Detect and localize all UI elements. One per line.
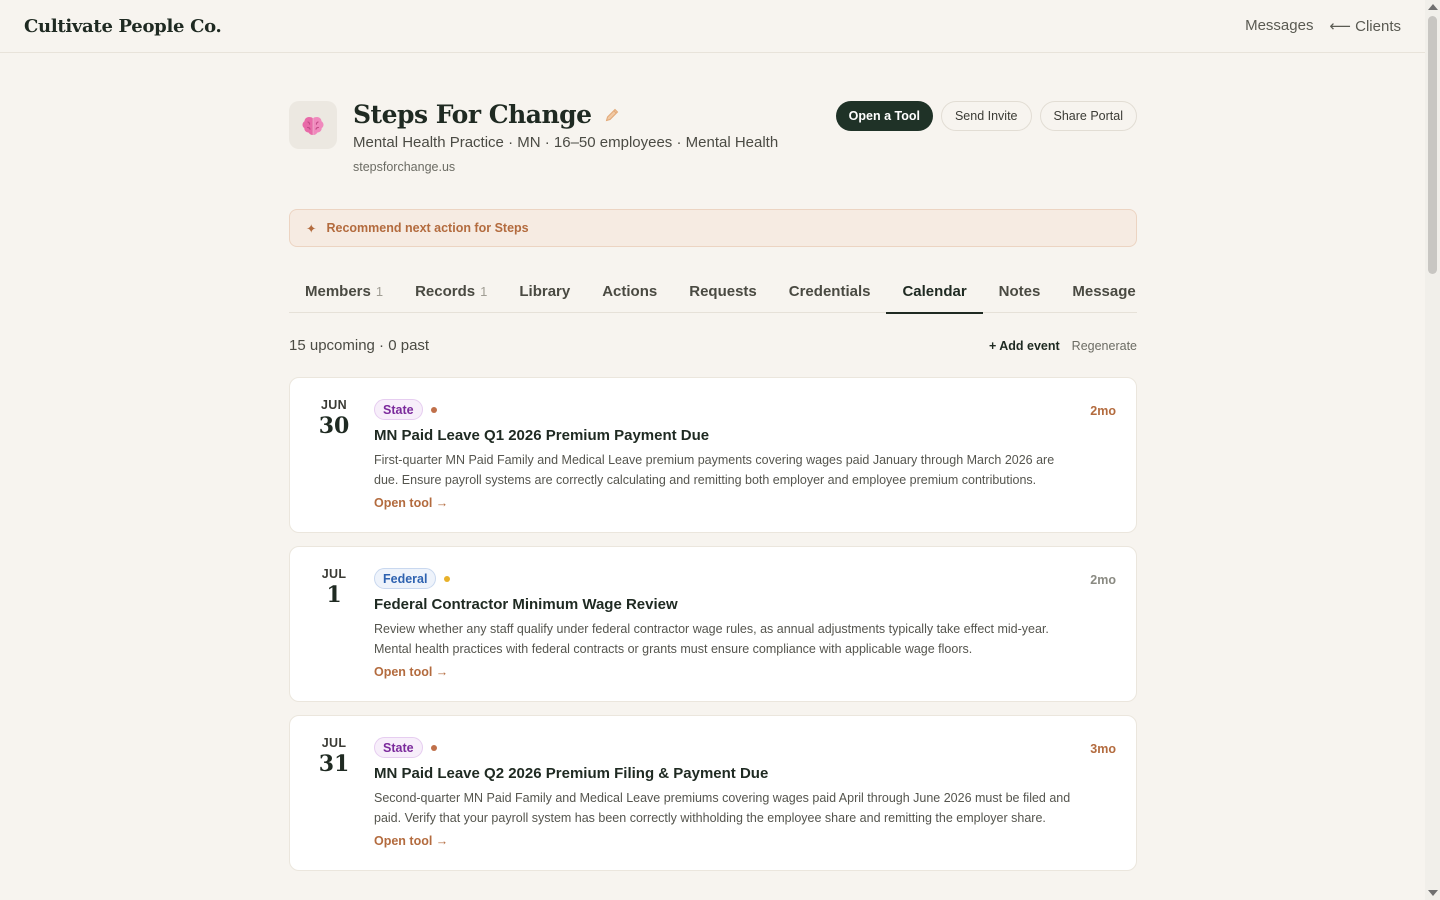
org-header: Steps For Change Mental Health Practice …	[289, 100, 1137, 180]
tab-credentials[interactable]: Credentials	[773, 270, 887, 313]
open-tool-link[interactable]: Open tool →	[374, 496, 448, 510]
event-body: State MN Paid Leave Q2 2026 Premium Fili…	[290, 716, 1136, 870]
share-portal-button[interactable]: Share Portal	[1039, 101, 1137, 131]
event-card: JUL 1 Federal Federal Contractor Minimum…	[289, 546, 1137, 702]
tab-label: Members	[305, 282, 371, 300]
clients-link[interactable]: ⟵ Clients	[1329, 17, 1401, 35]
event-day: 30	[318, 413, 350, 439]
org-meta: Mental Health Practice · MN · 16–50 empl…	[353, 134, 779, 151]
tab-members[interactable]: Members 1	[289, 270, 399, 313]
event-description: Second-quarter MN Paid Family and Medica…	[374, 791, 1071, 825]
event-body: State MN Paid Leave Q1 2026 Premium Paym…	[290, 378, 1136, 532]
jurisdiction-badge: Federal	[374, 568, 437, 589]
tab-count: 1	[480, 283, 488, 299]
tab-notes[interactable]: Notes	[983, 270, 1057, 313]
tab-label: Records	[415, 282, 476, 300]
header-actions: Open a Tool Send Invite Share Portal	[835, 101, 1137, 131]
scroll-down-icon[interactable]	[1428, 890, 1438, 896]
tab-label: Calendar	[902, 282, 967, 300]
brand-logo[interactable]: Cultivate People Co.	[24, 16, 222, 37]
calendar-summary-row: 15 upcoming · 0 past + Add event Regener…	[289, 337, 1137, 354]
event-title: Federal Contractor Minimum Wage Review	[374, 596, 678, 613]
sparkle-icon: ✦	[306, 221, 317, 236]
brain-icon	[302, 117, 324, 135]
jurisdiction-badge: State	[374, 399, 423, 420]
event-title: MN Paid Leave Q1 2026 Premium Payment Du…	[374, 427, 710, 444]
calendar-actions: + Add event Regenerate	[989, 339, 1137, 353]
event-date: JUL 31	[312, 736, 356, 777]
event-description: First-quarter MN Paid Family and Medical…	[374, 453, 1055, 487]
open-tool-button[interactable]: Open a Tool	[835, 101, 933, 131]
avatar	[289, 101, 337, 149]
top-bar: Cultivate People Co. Messages ⟵ Clients	[0, 0, 1425, 53]
tab-label: Requests	[689, 282, 757, 300]
event-tags: State	[374, 737, 1072, 758]
regenerate-button[interactable]: Regenerate	[1072, 339, 1137, 353]
event-card: JUN 30 State MN Paid Leave Q1 2026 Premi…	[289, 377, 1137, 533]
event-relative-time: 3mo	[1090, 742, 1116, 756]
main-content: Steps For Change Mental Health Practice …	[289, 100, 1137, 871]
tab-calendar[interactable]: Calendar	[886, 270, 983, 314]
scroll-up-icon[interactable]	[1428, 4, 1438, 10]
event-day: 31	[318, 751, 350, 777]
priority-dot	[430, 406, 437, 413]
send-invite-button[interactable]: Send Invite	[940, 101, 1032, 131]
tab-bar: Members 1 Records 1 Library Actions Requ…	[289, 270, 1137, 314]
event-relative-time: 2mo	[1090, 404, 1116, 418]
event-body: Federal Federal Contractor Minimum Wage …	[290, 547, 1136, 701]
tab-actions[interactable]: Actions	[586, 270, 673, 313]
event-description: Review whether any staff qualify under f…	[374, 622, 1049, 656]
org-website-link[interactable]: stepsforchange.us	[353, 160, 455, 174]
tab-label: Message	[1072, 282, 1136, 300]
top-nav: Messages ⟵ Clients	[1245, 17, 1401, 35]
add-event-button[interactable]: + Add event	[989, 339, 1060, 353]
event-card: JUL 31 State MN Paid Leave Q2 2026 Premi…	[289, 715, 1137, 871]
event-tags: State	[374, 399, 1072, 420]
event-month: JUN	[321, 398, 347, 412]
priority-dot	[430, 744, 437, 751]
pencil-icon[interactable]	[604, 107, 620, 123]
event-list: JUN 30 State MN Paid Leave Q1 2026 Premi…	[289, 377, 1137, 884]
open-tool-link[interactable]: Open tool →	[374, 834, 448, 848]
calendar-summary: 15 upcoming · 0 past	[289, 337, 430, 354]
page-title: Steps For Change	[353, 100, 592, 129]
recommend-next-action-button[interactable]: ✦ Recommend next action for Steps	[289, 209, 1137, 247]
event-month: JUL	[321, 736, 347, 750]
jurisdiction-badge: State	[374, 737, 423, 758]
scrollbar-thumb[interactable]	[1428, 16, 1437, 274]
event-month: JUL	[321, 567, 347, 581]
messages-link[interactable]: Messages	[1245, 17, 1313, 35]
tab-message[interactable]: Message	[1056, 270, 1135, 313]
tab-label: Library	[519, 282, 571, 300]
tab-label: Credentials	[788, 282, 871, 300]
tab-library[interactable]: Library	[503, 270, 586, 313]
tab-requests[interactable]: Requests	[673, 270, 773, 313]
scrollbar[interactable]	[1425, 0, 1440, 900]
tab-label: Actions	[602, 282, 658, 300]
priority-dot	[444, 575, 451, 582]
event-day: 1	[326, 582, 342, 608]
tab-count: 1	[375, 283, 384, 299]
event-relative-time: 2mo	[1090, 573, 1116, 587]
open-tool-link[interactable]: Open tool →	[374, 665, 448, 679]
tab-records[interactable]: Records 1	[399, 270, 503, 313]
event-date: JUL 1	[312, 567, 356, 608]
org-title-row: Steps For Change	[353, 100, 620, 129]
event-date: JUN 30	[312, 398, 356, 439]
event-tags: Federal	[374, 568, 1072, 589]
recommend-label: Recommend next action for Steps	[326, 221, 529, 235]
tab-label: Notes	[998, 282, 1041, 300]
event-title: MN Paid Leave Q2 2026 Premium Filing & P…	[374, 765, 769, 782]
